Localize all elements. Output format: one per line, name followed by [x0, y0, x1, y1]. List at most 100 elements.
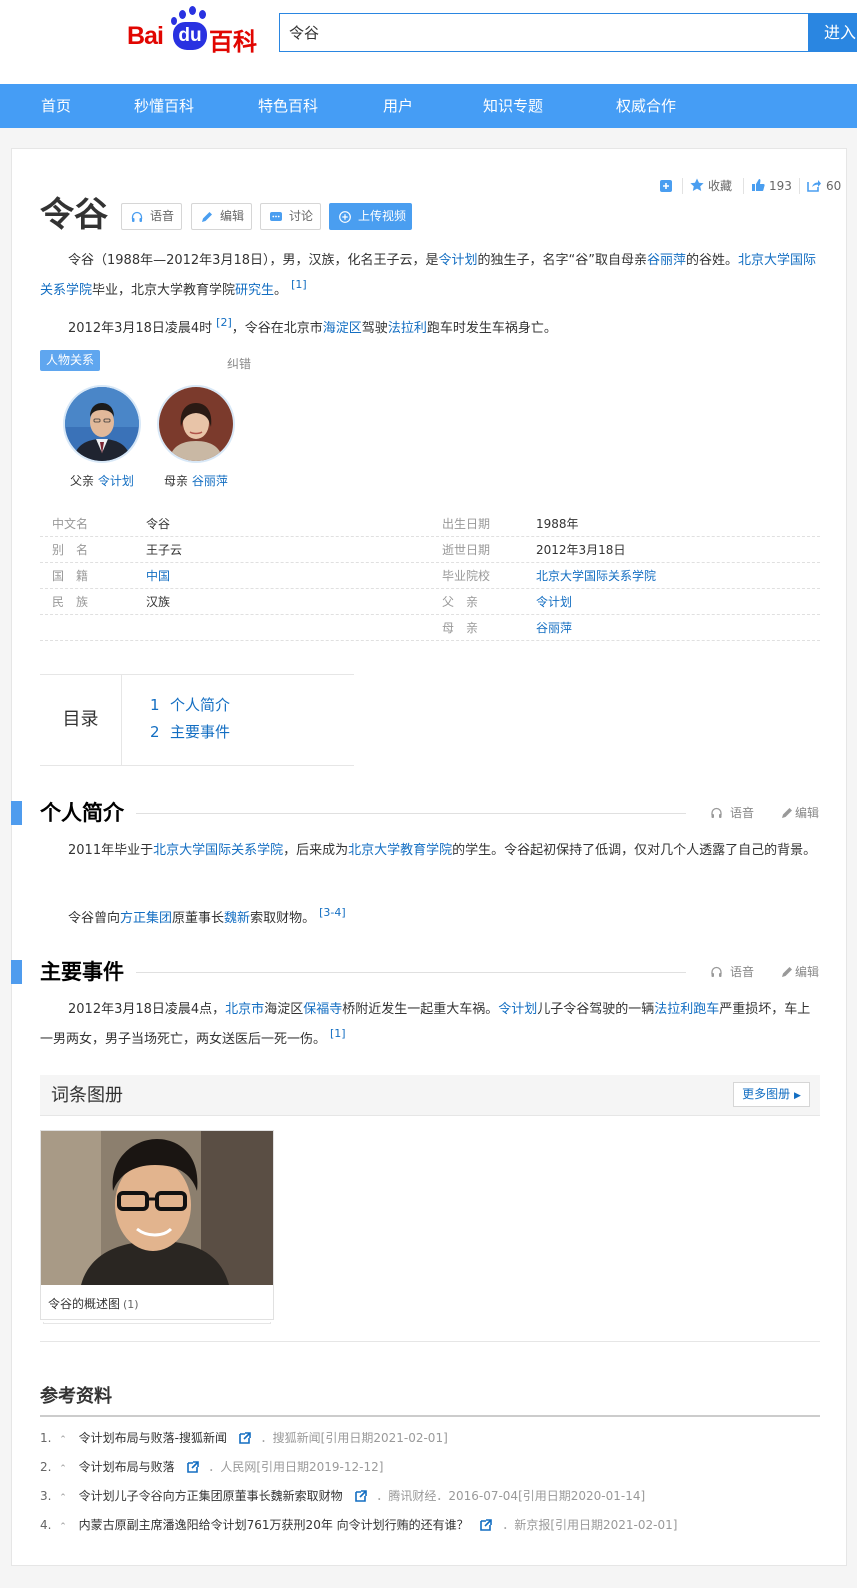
- edit-button[interactable]: 编辑: [191, 203, 252, 230]
- ref-link[interactable]: 内蒙古原副主席潘逸阳给令计划761万获刑20年 向令计划行贿的还有谁？: [79, 1518, 469, 1532]
- info-value: 王子云: [146, 543, 183, 557]
- link-ling-jihua[interactable]: 令计划: [498, 1002, 537, 1017]
- text: 海淀区: [264, 1002, 304, 1017]
- caret-up-icon[interactable]: ⌃: [59, 1464, 67, 1474]
- edit-label: 编辑: [220, 209, 245, 223]
- reference-marker[interactable]: [2]: [216, 316, 232, 329]
- toc-item[interactable]: 2 主要事件: [150, 721, 230, 742]
- nav-topics[interactable]: 知识专题: [483, 84, 543, 128]
- link-founder-group[interactable]: 方正集团: [120, 911, 172, 926]
- info-value-link[interactable]: 北京大学国际关系学院: [536, 563, 656, 589]
- section-voice-button[interactable]: 语音: [710, 804, 754, 821]
- info-name: 逝世日期: [442, 543, 491, 557]
- logo-bai: Bai: [127, 22, 164, 50]
- link-gu-liping[interactable]: 谷丽萍: [647, 253, 686, 268]
- nav-miaodong[interactable]: 秒懂百科: [134, 84, 194, 128]
- search-input[interactable]: [280, 14, 808, 51]
- album-photo-card[interactable]: [40, 1130, 274, 1324]
- enter-button[interactable]: 进入: [808, 13, 857, 52]
- section-voice-button[interactable]: 语音: [710, 963, 754, 980]
- upload-video-button[interactable]: 上传视频: [329, 203, 412, 230]
- summary-paragraph-1: 令谷（1988年—2012年3月18日），男，汉族，化名王子云，是令计划的独生子…: [40, 249, 820, 303]
- basic-info-row: 中文名 令谷 出生日期 1988年: [40, 511, 820, 537]
- baidu-baike-logo[interactable]: Bai du 百科: [127, 6, 262, 56]
- link-ferrari-car[interactable]: 法拉利跑车: [654, 1002, 719, 1017]
- correction-link[interactable]: 纠错: [227, 355, 251, 372]
- ref-source: ．人民网[引用日期2019-12-12]: [208, 1460, 384, 1474]
- pencil-icon: [202, 212, 212, 222]
- toc-label: 主要事件: [170, 723, 231, 741]
- link-ferrari[interactable]: 法拉利: [388, 321, 427, 336]
- chat-icon: [270, 212, 282, 221]
- toc-item[interactable]: 1 个人简介: [150, 694, 230, 715]
- nav-special[interactable]: 特色百科: [258, 84, 318, 128]
- header: Bai du 百科 进入: [0, 0, 857, 84]
- thumbs-up-icon: [752, 179, 765, 191]
- like-button[interactable]: 193: [751, 176, 792, 196]
- reference-marker[interactable]: [3-4]: [319, 906, 346, 919]
- caret-up-icon[interactable]: ⌃: [59, 1522, 67, 1532]
- ref-link[interactable]: 令计划布局与败落-搜狐新闻: [79, 1431, 227, 1445]
- section-marker: [11, 801, 22, 825]
- reference-marker[interactable]: [1]: [330, 1027, 346, 1040]
- more-albums-button[interactable]: 更多图册 ▶: [733, 1082, 810, 1107]
- events-paragraph-1: 2012年3月18日凌晨4点，北京市海淀区保福寺桥附近发生一起重大车祸。令计划儿…: [40, 998, 820, 1052]
- basic-info-row: 母 亲 谷丽萍: [40, 615, 820, 641]
- link-wei-xin[interactable]: 魏新: [224, 911, 250, 926]
- info-value-link[interactable]: 令计划: [536, 589, 572, 615]
- link-pku-sis[interactable]: 北京大学国际关系学院: [153, 843, 283, 858]
- external-link-icon[interactable]: [186, 1461, 199, 1473]
- avatar-mother[interactable]: [157, 385, 235, 463]
- text: 索取财物。: [250, 911, 316, 926]
- section-title-bio: 个人简介: [40, 801, 124, 825]
- album-caption: 令谷的概述图 (1): [48, 1295, 139, 1312]
- discuss-label: 讨论: [289, 209, 314, 223]
- caret-up-icon[interactable]: ⌃: [59, 1493, 67, 1503]
- external-link-icon[interactable]: [239, 1432, 251, 1444]
- link-beijing[interactable]: 北京市: [225, 1002, 264, 1017]
- external-link-icon[interactable]: [480, 1519, 493, 1531]
- share-button[interactable]: 60: [807, 176, 841, 196]
- voice-label: 语音: [730, 965, 755, 979]
- section-edit-button[interactable]: 编辑: [781, 804, 819, 821]
- nav-home[interactable]: 首页: [41, 84, 71, 128]
- link-ling-jihua[interactable]: 令计划: [438, 253, 477, 268]
- ref-link[interactable]: 令计划儿子令谷向方正集团原董事长魏新索取财物: [79, 1489, 343, 1503]
- avatar-father[interactable]: [63, 385, 141, 463]
- share-count: 60: [826, 179, 842, 193]
- reference-marker[interactable]: [1]: [291, 278, 307, 291]
- link-pku-edu[interactable]: 北京大学教育学院: [348, 843, 452, 858]
- logo-paw-dot: [171, 17, 177, 25]
- link-father-name[interactable]: 令计划: [98, 474, 134, 488]
- page-title: 令谷: [40, 195, 108, 235]
- external-link-icon[interactable]: [354, 1490, 367, 1502]
- nav-user[interactable]: 用户: [383, 84, 413, 128]
- voice-button[interactable]: 语音: [121, 203, 182, 230]
- ref-link[interactable]: 令计划布局与败落: [79, 1460, 175, 1474]
- discuss-button[interactable]: 讨论: [260, 203, 321, 230]
- voice-label: 语音: [150, 209, 175, 223]
- nav-authority[interactable]: 权威合作: [616, 84, 676, 128]
- link-graduate[interactable]: 研究生: [235, 283, 274, 298]
- relation-role: 母亲: [164, 474, 189, 488]
- relations-tag: 人物关系: [40, 350, 101, 371]
- caret-up-icon[interactable]: ⌃: [59, 1435, 67, 1445]
- text: 2011年毕业于: [68, 843, 154, 858]
- logo-paw-dot: [189, 6, 196, 15]
- text: ，后来成为: [283, 843, 349, 858]
- ref-source: ．新京报[引用日期2021-02-01]: [502, 1518, 678, 1532]
- pencil-icon: [782, 808, 792, 818]
- collect-button[interactable]: 收藏: [690, 176, 732, 196]
- info-value-link[interactable]: 中国: [146, 563, 170, 589]
- reference-item: 2. ⌃ 令计划布局与败落 ．人民网[引用日期2019-12-12]: [40, 1458, 383, 1475]
- link-mother-name[interactable]: 谷丽萍: [192, 474, 228, 488]
- link-baofusi[interactable]: 保福寺: [303, 1002, 342, 1017]
- section-edit-button[interactable]: 编辑: [781, 963, 819, 980]
- info-value-link[interactable]: 谷丽萍: [536, 615, 572, 641]
- add-icon[interactable]: [660, 176, 672, 196]
- link-haidian[interactable]: 海淀区: [323, 321, 362, 336]
- basic-info-row: 国 籍 中国 毕业院校 北京大学国际关系学院: [40, 563, 820, 589]
- text: 的独生子，名字“谷”取自母亲: [477, 253, 647, 268]
- info-value: 2012年3月18日: [536, 543, 626, 557]
- edit-label: 编辑: [795, 965, 820, 979]
